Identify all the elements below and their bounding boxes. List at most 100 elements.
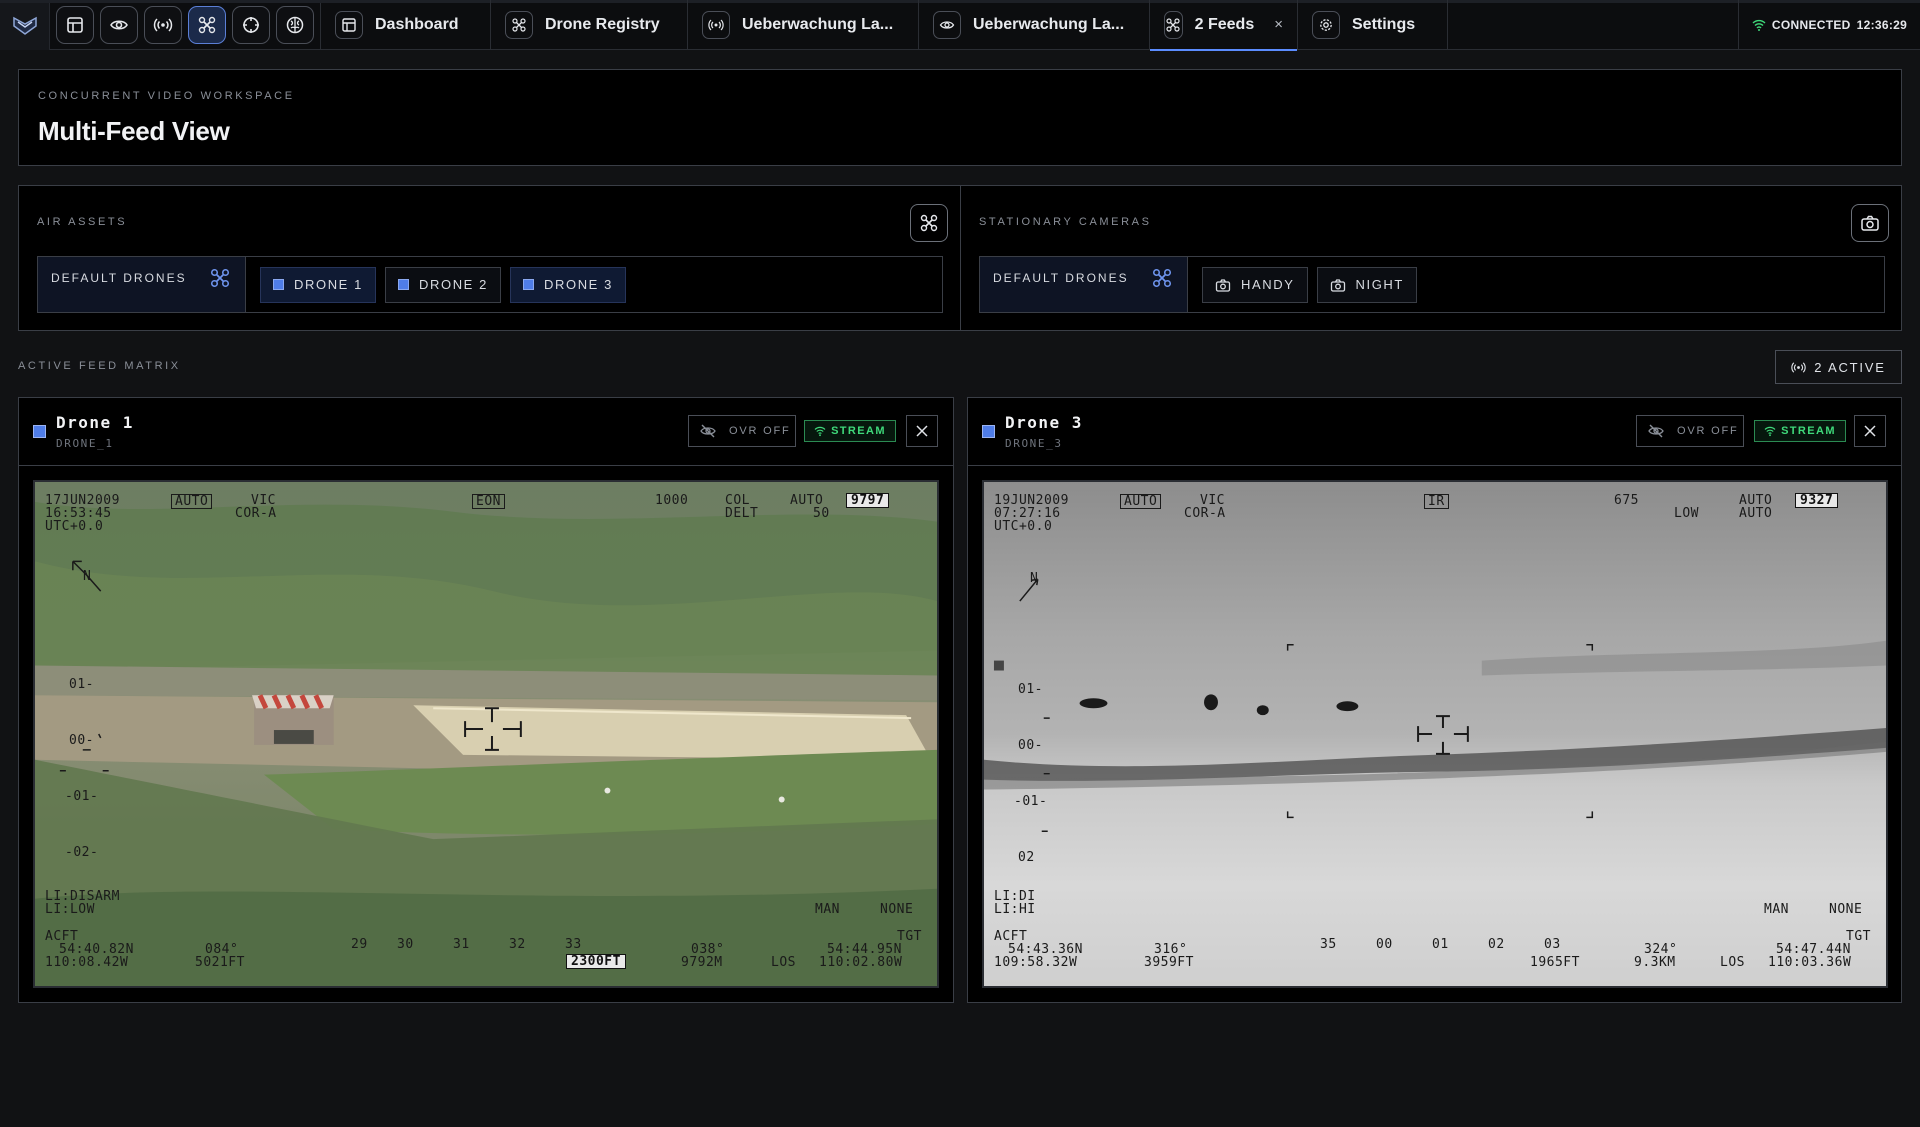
chip-label: HANDY <box>1241 277 1295 292</box>
air-assets-row: DEFAULT DRONES DRONE 1 DRONE 2 DRONE 3 <box>37 256 943 313</box>
stationary-cameras-panel: STATIONARY CAMERAS DEFAULT DRONES HANDY … <box>960 186 1901 330</box>
stream-status-badge[interactable]: STREAM <box>1754 420 1846 442</box>
camera-icon <box>1215 278 1231 292</box>
gear-icon <box>1312 10 1340 39</box>
drone-chip-2[interactable]: DRONE 2 <box>385 266 501 303</box>
osd-scale-4: 02 <box>1488 937 1505 952</box>
eye-icon <box>933 10 961 39</box>
osd-mode: AUTO <box>1120 494 1162 509</box>
eye-icon <box>110 19 128 30</box>
osd-altitude: 3959FT <box>1144 955 1194 970</box>
osd-target-id: 9797 <box>846 493 890 508</box>
osd-low: LOW <box>1674 506 1699 521</box>
close-feed-button[interactable] <box>906 415 938 447</box>
osd-fifty: 50 <box>813 506 830 521</box>
eye-off-icon <box>700 424 716 438</box>
osd-scale-3: 31 <box>453 937 470 952</box>
osd-cor: COR-A <box>235 506 277 521</box>
overlay-toggle-button[interactable]: OVR OFF <box>1636 415 1744 447</box>
air-assets-label: AIR ASSETS <box>37 216 128 228</box>
osd-range-m: 9792M <box>681 955 723 970</box>
osd-none: NONE <box>1829 902 1863 917</box>
osd-pitch-1: 01- <box>69 677 94 692</box>
air-assets-button[interactable] <box>910 204 948 242</box>
osd-auto-2: AUTO <box>1739 506 1773 521</box>
selected-checkbox <box>398 279 409 290</box>
feed-id: DRONE_1 <box>56 437 114 450</box>
connection-label: CONNECTED <box>1771 18 1851 32</box>
camera-chip-night[interactable]: NIGHT <box>1316 266 1417 303</box>
osd-pitch-0: 00- <box>69 733 94 748</box>
broadcast-icon <box>702 10 730 39</box>
osd-mode: AUTO <box>171 494 213 509</box>
quick-broadcast-button[interactable] <box>144 5 182 44</box>
overlay-toggle-button[interactable]: OVR OFF <box>688 415 796 447</box>
cameras-button[interactable] <box>1851 204 1889 242</box>
osd-acft-lon: 110:08.42W <box>45 955 129 970</box>
camera-chip-handy[interactable]: HANDY <box>1202 266 1308 303</box>
osd-range: 675 <box>1614 493 1639 508</box>
active-count: 2 ACTIVE <box>1814 359 1886 375</box>
drone-chip-1[interactable]: DRONE 1 <box>260 266 376 303</box>
tab-drone-registry[interactable]: Drone Registry <box>491 0 688 50</box>
osd-sensor: IR <box>1424 494 1449 509</box>
chip-label: DRONE 3 <box>544 277 613 292</box>
feed-header: Drone 1 DRONE_1 OVR OFF STREAM <box>19 398 953 466</box>
camera-chips: HANDY NIGHT <box>1188 266 1417 303</box>
tab-settings[interactable]: Settings <box>1298 0 1448 50</box>
drone-chip-3[interactable]: DRONE 3 <box>510 266 626 303</box>
osd-scale-1: 29 <box>351 937 368 952</box>
dashboard-icon <box>335 10 363 39</box>
tab-label: Dashboard <box>375 15 459 33</box>
quick-eye-button[interactable] <box>100 5 138 44</box>
osd-delt: DELT <box>725 506 759 521</box>
tab-dashboard[interactable]: Dashboard <box>321 0 491 50</box>
default-cameras-group[interactable]: DEFAULT DRONES <box>980 257 1188 312</box>
osd-los: LOS <box>771 955 796 970</box>
quick-drone-button[interactable] <box>188 5 226 44</box>
osd-pitch-m2: 02 <box>1018 850 1035 865</box>
workspace-kicker: CONCURRENT VIDEO WORKSPACE <box>38 90 295 102</box>
osd-pitch-0: 00- <box>1018 738 1043 753</box>
tab-2-feeds[interactable]: 2 Feeds × <box>1150 0 1298 51</box>
close-icon <box>1864 425 1876 437</box>
drone-icon <box>505 10 533 39</box>
osd-scale-1: 35 <box>1320 937 1337 952</box>
close-feed-button[interactable] <box>1854 415 1886 447</box>
quick-brain-button[interactable] <box>276 5 314 44</box>
osd-man: MAN <box>1764 902 1789 917</box>
osd-range-km: 9.3KM <box>1634 955 1676 970</box>
tab-label: Ueberwachung La... <box>973 15 1125 33</box>
layout-icon <box>67 16 83 33</box>
wifi-icon <box>1752 19 1766 31</box>
wifi-icon <box>1764 426 1776 437</box>
osd-li-level: LI:HI <box>994 902 1036 917</box>
selected-checkbox <box>273 279 284 290</box>
osd-pitch-m1: -01- <box>1014 794 1048 809</box>
video-feed-drone-1[interactable]: 17JUN2009 16:53:45 UTC+0.0 AUTO VIC COR-… <box>33 480 939 988</box>
osd-target-id: 9327 <box>1795 493 1839 508</box>
selected-checkbox <box>523 279 534 290</box>
feed-header: Drone 3 DRONE_3 OVR OFF STREAM <box>968 398 1901 466</box>
stream-label: STREAM <box>1781 425 1836 437</box>
default-drones-group[interactable]: DEFAULT DRONES <box>38 257 246 312</box>
page-title: Multi-Feed View <box>38 116 230 146</box>
quick-dashboard-button[interactable] <box>56 5 94 44</box>
osd-man: MAN <box>815 902 840 917</box>
osd-tgt-lon: 110:03.36W <box>1768 955 1852 970</box>
crosshair-icon <box>243 16 259 33</box>
app-logo[interactable] <box>0 0 50 50</box>
video-feed-drone-3[interactable]: 19JUN2009 07:27:16 UTC+0.0 AUTO VIC COR-… <box>982 480 1888 988</box>
tab-surveillance-1[interactable]: Ueberwachung La... <box>688 0 919 50</box>
stream-status-badge[interactable]: STREAM <box>804 420 896 442</box>
tab-close-button[interactable]: × <box>1274 16 1283 33</box>
quick-target-button[interactable] <box>232 5 270 44</box>
active-feeds-button[interactable]: 2 ACTIVE <box>1775 350 1902 384</box>
feed-color-marker <box>33 425 46 438</box>
stream-label: STREAM <box>831 425 886 437</box>
osd-utc: UTC+0.0 <box>994 519 1053 534</box>
tab-surveillance-2[interactable]: Ueberwachung La... <box>919 0 1150 50</box>
overlay-label: OVR OFF <box>729 425 791 437</box>
tab-label: 2 Feeds <box>1194 15 1255 33</box>
chip-label: NIGHT <box>1355 277 1404 292</box>
